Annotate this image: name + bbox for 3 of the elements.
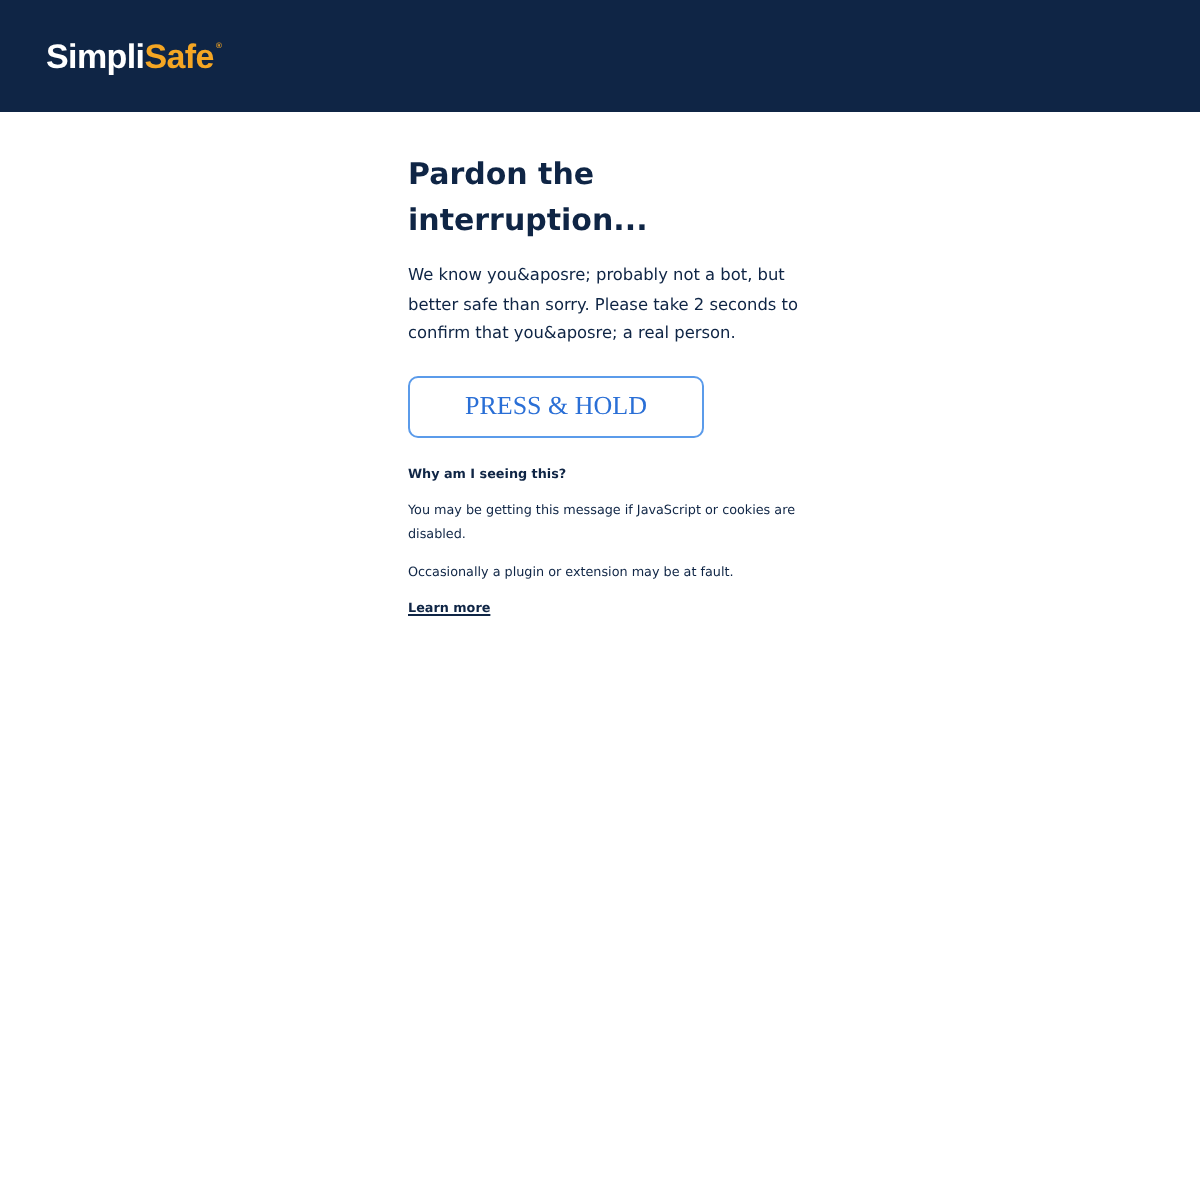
page-title: Pardon the interruption... — [408, 154, 650, 242]
intro-text: We know you&aposre; probably not a bot, but better safe than sorry. Please take 2 seconds to confirm that you&aposre; a real person. — [408, 262, 801, 347]
press-and-hold-button[interactable]: PRESS & HOLD — [408, 375, 704, 438]
